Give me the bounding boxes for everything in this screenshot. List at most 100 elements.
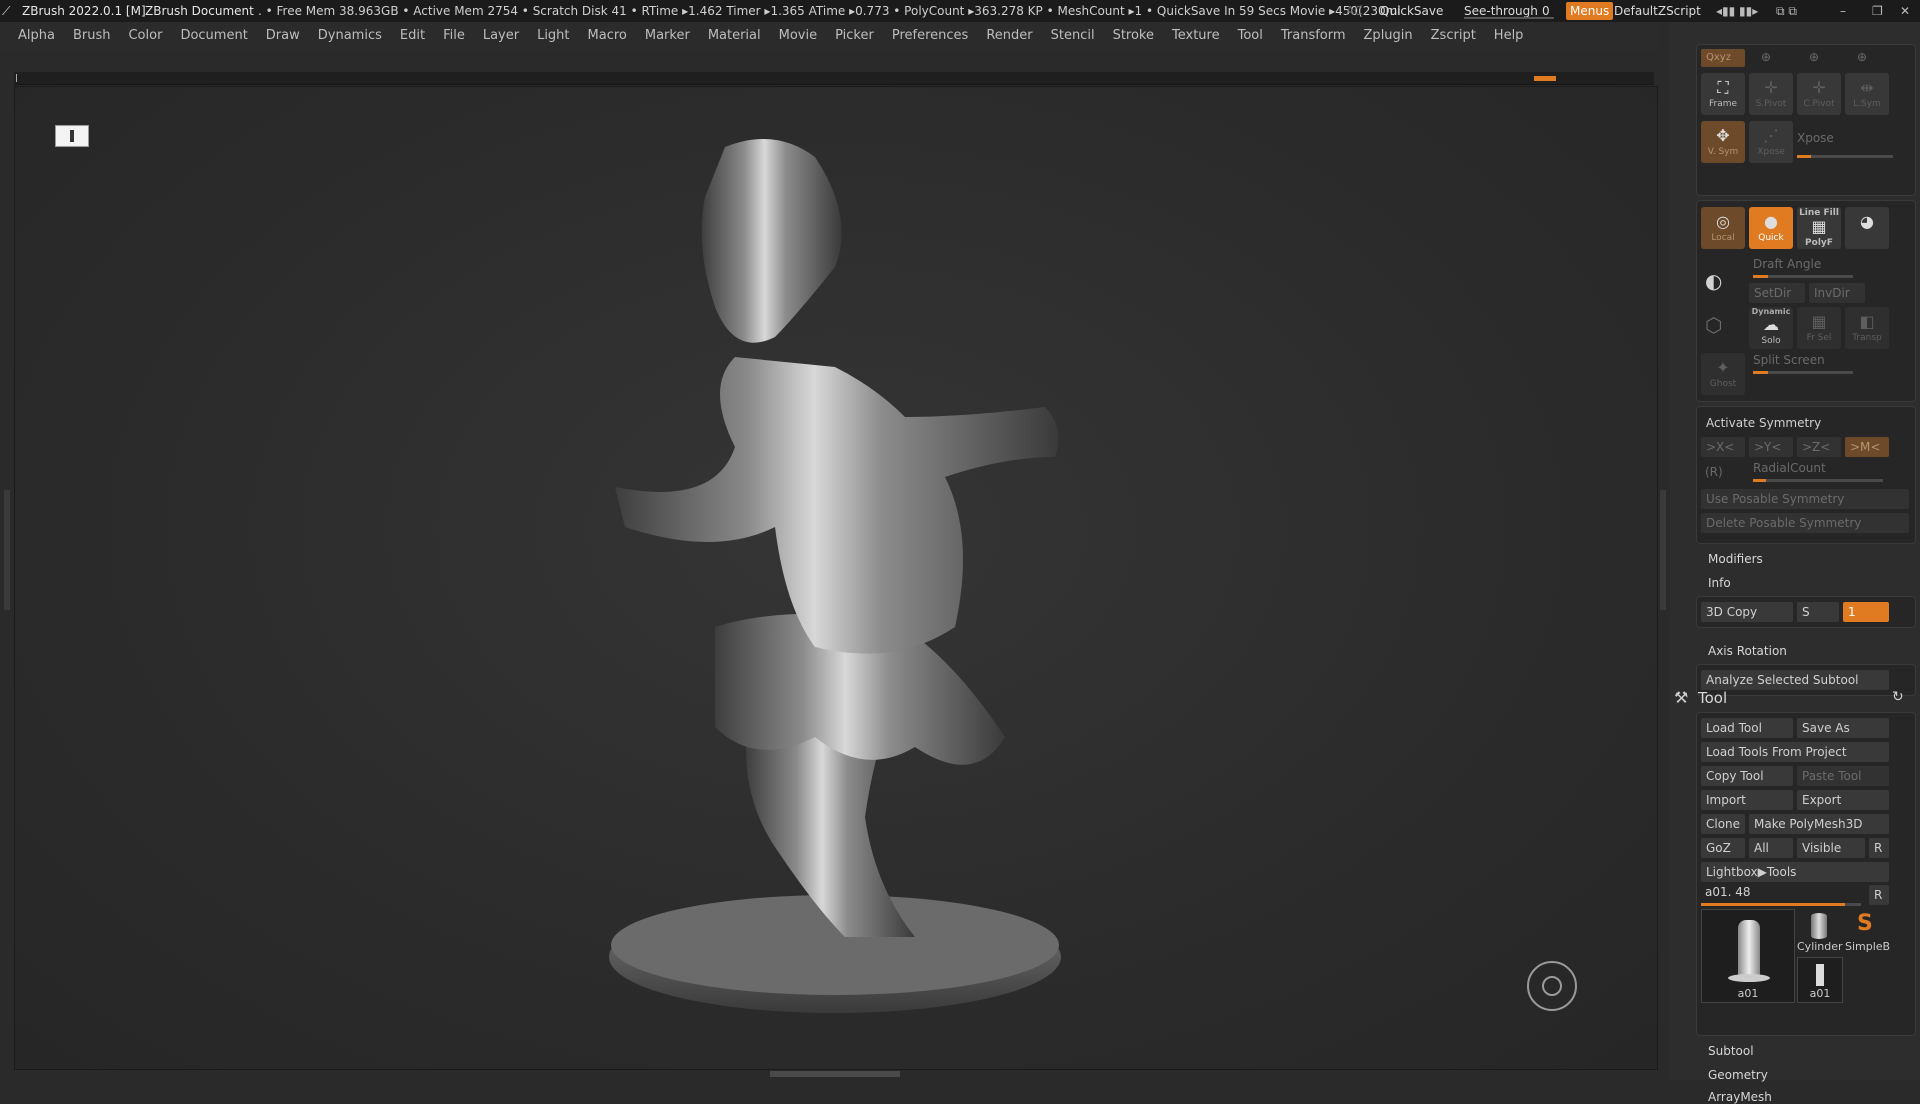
setdir-button[interactable]: SetDir [1749, 283, 1805, 303]
menu-macro[interactable]: Macro [579, 22, 636, 50]
menu-texture[interactable]: Texture [1163, 22, 1229, 50]
analyze-subtool-button[interactable]: Analyze Selected Subtool [1701, 670, 1889, 690]
copy3d-s-button[interactable]: S [1797, 602, 1839, 622]
see-through-slider[interactable] [1464, 17, 1554, 19]
menu-movie[interactable]: Movie [770, 22, 826, 50]
copy3d-button[interactable]: 3D Copy [1701, 602, 1793, 622]
polyf-button[interactable]: Line Fill ▦ PolyF [1797, 207, 1841, 249]
menu-picker[interactable]: Picker [826, 22, 883, 50]
copy-tool-button[interactable]: Copy Tool [1701, 766, 1793, 786]
xyz-toggle[interactable]: Qxyz [1701, 49, 1745, 67]
xpose-button[interactable]: ⋰ Xpose [1749, 121, 1793, 163]
draft-angle-slider[interactable] [1753, 275, 1853, 278]
frsel-button[interactable]: ▦ Fr Sel [1797, 307, 1841, 349]
canvas-viewport[interactable] [14, 86, 1658, 1070]
sym-z-icon[interactable]: ⊕ [1857, 50, 1867, 64]
spivot-button[interactable]: ✛ S.Pivot [1749, 73, 1793, 115]
sym-m-button[interactable]: >M< [1845, 437, 1889, 457]
modifiers-header[interactable]: Modifiers [1708, 552, 1763, 566]
tool-thumb-simpleb[interactable]: S SimpleB [1845, 909, 1890, 953]
navigation-gizmo[interactable] [1527, 961, 1577, 1011]
load-tools-from-project-button[interactable]: Load Tools From Project [1701, 742, 1889, 762]
tool-thumb-a01-small[interactable]: a01 [1797, 957, 1843, 1003]
bottom-tray-handle[interactable] [770, 1071, 900, 1077]
subtool-header[interactable]: Subtool [1708, 1044, 1754, 1058]
timeline-strip[interactable] [14, 72, 1654, 85]
frame-button[interactable]: ⛶ Frame [1701, 73, 1745, 115]
menu-document[interactable]: Document [171, 22, 256, 50]
vsym-button[interactable]: ✥ V. Sym [1701, 121, 1745, 163]
delete-posable-symmetry-button[interactable]: Delete Posable Symmetry [1701, 513, 1909, 533]
menu-stroke[interactable]: Stroke [1104, 22, 1163, 50]
menu-color[interactable]: Color [119, 22, 171, 50]
quicksave-button[interactable]: QuickSave [1380, 0, 1443, 22]
menu-help[interactable]: Help [1485, 22, 1533, 50]
lsym-button[interactable]: ⇹ L.Sym [1845, 73, 1889, 115]
sym-z-button[interactable]: >Z< [1797, 437, 1841, 457]
menu-draw[interactable]: Draw [257, 22, 309, 50]
default-zscript-button[interactable]: DefaultZScript [1614, 0, 1701, 22]
tool-header[interactable]: Tool [1698, 689, 1727, 707]
menu-marker[interactable]: Marker [636, 22, 699, 50]
sculpt-model[interactable] [15, 87, 1657, 1069]
clone-button[interactable]: Clone [1701, 814, 1745, 834]
goz-button[interactable]: GoZ [1701, 838, 1745, 858]
transp-button[interactable]: ◧ Transp [1845, 307, 1889, 349]
reset-icon[interactable]: ↻ [1892, 689, 1904, 705]
current-tool-slider[interactable] [1701, 903, 1861, 906]
menu-file[interactable]: File [434, 22, 474, 50]
export-button[interactable]: Export [1797, 790, 1889, 810]
menu-render[interactable]: Render [977, 22, 1041, 50]
sym-y-button[interactable]: >Y< [1749, 437, 1793, 457]
current-tool-r-button[interactable]: R [1869, 885, 1889, 905]
window-layout-icon[interactable]: ⧉ ⧉ [1776, 0, 1797, 22]
xpose-slider[interactable] [1797, 155, 1893, 158]
material-sphere-button[interactable]: ◕ [1845, 207, 1889, 249]
menu-brush[interactable]: Brush [64, 22, 120, 50]
copy3d-count-input[interactable]: 1 [1843, 602, 1889, 622]
ghost-button[interactable]: ✦ Ghost [1701, 353, 1745, 395]
contrast-icon[interactable]: ◐ [1705, 269, 1722, 293]
lightbox-tools-button[interactable]: Lightbox▶Tools [1701, 862, 1889, 882]
radialcount-slider[interactable] [1753, 479, 1883, 482]
left-tray-handle[interactable] [4, 490, 10, 610]
menu-transform[interactable]: Transform [1272, 22, 1355, 50]
sym-y-icon[interactable]: ⊕ [1809, 50, 1819, 64]
menu-preferences[interactable]: Preferences [883, 22, 977, 50]
arraymesh-header[interactable]: ArrayMesh [1708, 1090, 1772, 1104]
paste-tool-button[interactable]: Paste Tool [1797, 766, 1889, 786]
make-polymesh-button[interactable]: Make PolyMesh3D [1749, 814, 1889, 834]
menu-dynamics[interactable]: Dynamics [309, 22, 391, 50]
cpivot-button[interactable]: ✛ C.Pivot [1797, 73, 1841, 115]
menu-layer[interactable]: Layer [474, 22, 528, 50]
menu-tool[interactable]: Tool [1229, 22, 1272, 50]
right-tray-handle[interactable] [1660, 490, 1666, 610]
zbrush-logo-icon[interactable]: ⟋ [2, 0, 10, 22]
split-screen-slider[interactable] [1753, 371, 1853, 374]
goz-visible-button[interactable]: Visible [1797, 838, 1865, 858]
load-tool-button[interactable]: Load Tool [1701, 718, 1793, 738]
menu-material[interactable]: Material [699, 22, 770, 50]
info-header[interactable]: Info [1708, 576, 1731, 590]
menu-stencil[interactable]: Stencil [1042, 22, 1104, 50]
layout-arrows-icon[interactable]: ◂▮▮ ▮▮▸ [1716, 0, 1758, 22]
goz-r-button[interactable]: R [1869, 838, 1889, 858]
minimize-icon[interactable]: – [1840, 0, 1846, 22]
goz-all-button[interactable]: All [1749, 838, 1793, 858]
menu-edit[interactable]: Edit [391, 22, 434, 50]
sym-x-button[interactable]: >X< [1701, 437, 1745, 457]
radial-r-toggle[interactable]: (R) [1705, 465, 1723, 479]
menus-toggle[interactable]: Menus [1566, 2, 1614, 20]
solo-button[interactable]: Dynamic ☁ Solo [1749, 307, 1793, 349]
local-button[interactable]: ◎ Local [1701, 207, 1745, 249]
menu-zscript[interactable]: Zscript [1422, 22, 1485, 50]
axis-rotation-header[interactable]: Axis Rotation [1708, 644, 1787, 658]
cube-icon[interactable]: ⬡ [1705, 313, 1722, 337]
tool-thumb-a01[interactable]: a01 [1701, 909, 1795, 1003]
tool-thumb-cylinder[interactable]: Cylinder [1797, 909, 1843, 953]
activate-symmetry-button[interactable]: Activate Symmetry [1701, 413, 1909, 433]
restore-icon[interactable]: ❐ [1872, 0, 1883, 22]
quick-button[interactable]: ● Quick [1749, 207, 1793, 249]
invdir-button[interactable]: InvDir [1809, 283, 1865, 303]
use-posable-symmetry-button[interactable]: Use Posable Symmetry [1701, 489, 1909, 509]
